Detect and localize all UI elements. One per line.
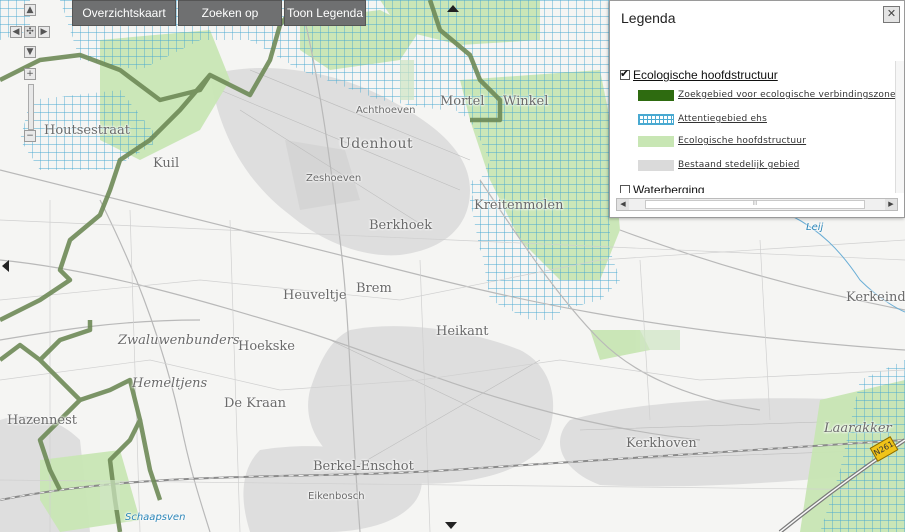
place-label: Brem — [356, 281, 392, 296]
place-label: Zwaluwenbunders — [118, 333, 240, 348]
scroll-thumb[interactable]: III — [645, 200, 865, 209]
legend-swatch — [638, 159, 674, 171]
legend-swatch — [638, 113, 674, 125]
checkbox[interactable] — [620, 185, 630, 193]
place-label: Berkhoek — [369, 218, 433, 233]
pan-up-icon[interactable]: ▲ — [24, 4, 36, 16]
legend-item-label[interactable]: Ecologische hoofdstructuur — [678, 136, 806, 146]
place-label: De Kraan — [224, 396, 287, 411]
place-label: Laarakker — [824, 421, 892, 436]
pan-west-icon[interactable] — [2, 260, 9, 272]
place-label: Berkel-Enschot — [313, 459, 414, 474]
zoom-in-icon[interactable]: + — [24, 68, 36, 80]
place-label: Kerkhoven — [626, 436, 697, 451]
legend-body: Ecologische hoofdstructuur Zoekgebied vo… — [616, 61, 898, 193]
close-icon[interactable]: ✕ — [883, 6, 900, 23]
legend-item-label[interactable]: Zoekgebied voor ecologische verbindingsz… — [678, 90, 896, 100]
place-label: Udenhout — [339, 136, 414, 152]
place-label: Mortel — [440, 94, 485, 109]
legend-item-label[interactable]: Attentiegebied ehs — [678, 114, 767, 124]
place-label: Hemeltjens — [132, 376, 208, 391]
legend-swatch — [638, 135, 674, 147]
water-label: Leij — [806, 222, 824, 233]
zoom-slider[interactable] — [28, 84, 34, 130]
place-label: Zeshoeven — [306, 173, 362, 184]
legend-group-label: Waterberging — [633, 183, 705, 193]
vertical-scrollbar[interactable] — [895, 61, 904, 193]
legend-item: Ecologische hoofdstructuur — [638, 133, 806, 149]
scroll-left-icon[interactable]: ◀ — [617, 199, 629, 210]
scroll-right-icon[interactable]: ▶ — [885, 199, 897, 210]
place-label: Eikenbosch — [308, 491, 365, 502]
legend-item: Attentiegebied ehs — [638, 111, 767, 127]
place-label: Heikant — [436, 324, 489, 339]
place-label: Hoekske — [238, 339, 295, 354]
legend-swatch — [638, 89, 674, 101]
place-label: Winkel — [503, 94, 549, 109]
pan-left-icon[interactable]: ◀ — [10, 26, 22, 38]
place-label: Houtsestraat — [44, 123, 130, 138]
legend-item-label[interactable]: Bestaand stedelijk gebied — [678, 160, 800, 170]
legend-title: Legenda — [621, 10, 676, 26]
legend-group[interactable]: Waterberging — [620, 183, 705, 193]
legend-group[interactable]: Ecologische hoofdstructuur — [620, 67, 778, 82]
pan-north-icon[interactable] — [447, 5, 459, 12]
place-label: Hazennest — [7, 413, 77, 428]
pan-center-icon[interactable]: ✣ — [24, 26, 36, 38]
pan-south-icon[interactable] — [445, 522, 457, 529]
pan-down-icon[interactable]: ▼ — [24, 46, 36, 58]
search-button[interactable]: Zoeken op — [178, 0, 282, 26]
pan-right-icon[interactable]: ▶ — [38, 26, 50, 38]
legend-item: Bestaand stedelijk gebied — [638, 157, 800, 173]
place-label: Achthoeven — [356, 105, 416, 116]
place-label: Kreitenmolen — [474, 198, 564, 213]
legend-group-label: Ecologische hoofdstructuur — [633, 68, 778, 82]
place-label: Heuveltje — [283, 288, 347, 303]
horizontal-scrollbar[interactable]: ◀ III ▶ — [616, 198, 898, 211]
place-label: Kerkeind — [846, 290, 905, 305]
checkbox[interactable] — [620, 67, 630, 80]
water-label: Schaapsven — [125, 512, 186, 523]
overview-map-button[interactable]: Overzichtskaart — [72, 0, 176, 26]
legend-panel: Legenda ✕ Ecologische hoofdstructuur Zoe… — [609, 0, 905, 218]
zoom-out-icon[interactable]: − — [24, 130, 36, 142]
show-legend-button[interactable]: Toon Legenda — [284, 0, 366, 26]
place-label: Kuil — [153, 156, 180, 171]
legend-item: Zoekgebied voor ecologische verbindingsz… — [638, 87, 896, 103]
